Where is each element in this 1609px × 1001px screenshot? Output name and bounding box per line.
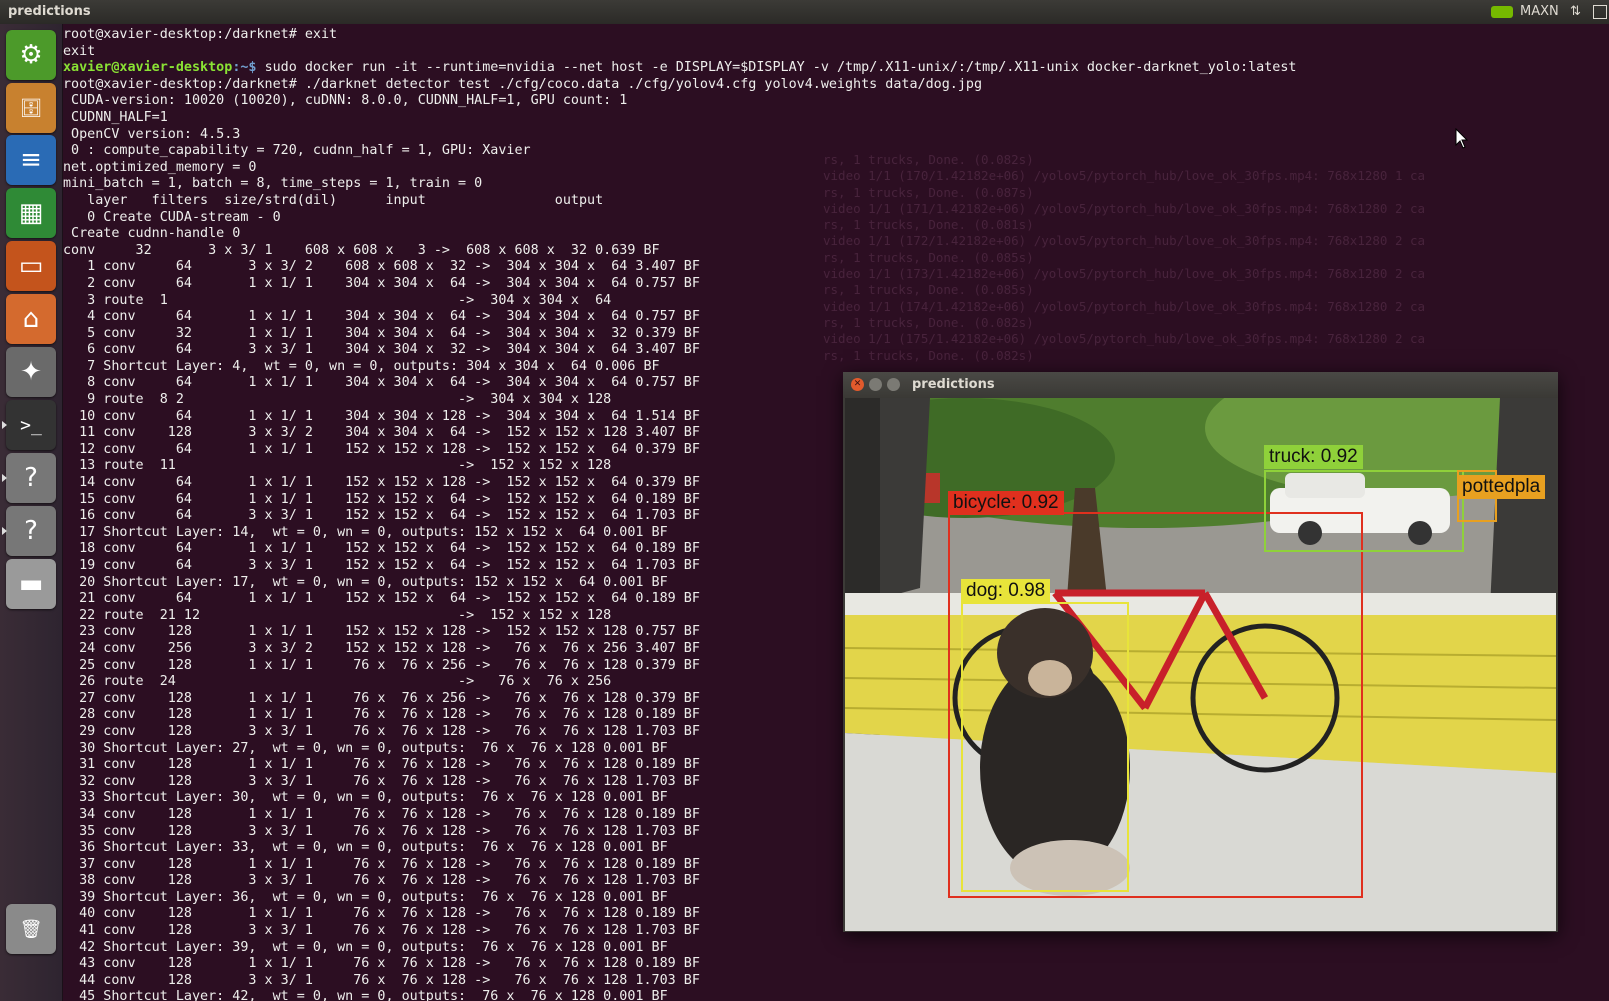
document-icon[interactable]: ≡	[6, 135, 56, 185]
terminal-line: 20 Shortcut Layer: 17, wt = 0, wn = 0, o…	[63, 574, 668, 590]
predictions-window[interactable]: ✕ predictions bicycle: 0.92 dog: 0.98 tr…	[843, 372, 1558, 932]
terminal-line: 28 conv 128 1 x 1/ 1 76 x 76 x 128 -> 76…	[63, 707, 700, 723]
drive-icon[interactable]: ▬	[6, 559, 56, 609]
terminal-line: 30 Shortcut Layer: 27, wt = 0, wn = 0, o…	[63, 740, 668, 756]
terminal-line: 17 Shortcut Layer: 14, wt = 0, wn = 0, o…	[63, 524, 668, 540]
terminal-line: 5 conv 32 1 x 1/ 1 304 x 304 x 64 -> 304…	[63, 325, 700, 341]
wrench-gear-icon[interactable]: ✦	[6, 347, 56, 397]
detection-label-bicycle: bicycle: 0.92	[948, 491, 1064, 515]
detection-box-dog	[961, 602, 1129, 892]
terminal-line: 19 conv 64 3 x 3/ 1 152 x 152 x 64 -> 15…	[63, 558, 700, 573]
terminal-line: CUDA-version: 10020 (10020), cuDNN: 8.0.…	[63, 93, 628, 109]
terminal-line: Create cudnn-handle 0	[63, 226, 241, 242]
prompt-user: xavier@xavier-desktop	[63, 60, 233, 76]
running-indicator-icon	[2, 474, 7, 482]
terminal-line: 38 conv 128 3 x 3/ 1 76 x 76 x 128 -> 76…	[63, 873, 700, 889]
terminal-line: 6 conv 64 3 x 3/ 1 304 x 304 x 32 -> 304…	[63, 342, 700, 358]
top-panel: predictions MAXN ⇅	[0, 0, 1609, 24]
terminal-line: 3 route 1 -> 304 x 304 x 64	[63, 292, 612, 308]
unity-launcher: ⚙ 🗄 ≡ ▦ ▭ ⌂ ✦ >_?? ▬ 🗑	[0, 24, 63, 1001]
terminal-line: conv 32 3 x 3/ 1 608 x 608 x 3 -> 608 x …	[63, 242, 660, 258]
terminal-line: 18 conv 64 1 x 1/ 1 152 x 152 x 64 -> 15…	[63, 541, 700, 557]
terminal-line: 11 conv 128 3 x 3/ 2 304 x 304 x 64 -> 1…	[63, 425, 700, 441]
terminal-icon[interactable]: >_	[6, 400, 56, 450]
close-icon[interactable]: ✕	[851, 378, 864, 391]
terminal-line: 35 conv 128 3 x 3/ 1 76 x 76 x 128 -> 76…	[63, 823, 700, 839]
terminal-line: 31 conv 128 1 x 1/ 1 76 x 76 x 128 -> 76…	[63, 757, 700, 773]
window-title: predictions	[912, 377, 995, 392]
terminal-line: 37 conv 128 1 x 1/ 1 76 x 76 x 128 -> 76…	[63, 856, 700, 872]
terminal-line: 39 Shortcut Layer: 36, wt = 0, wn = 0, o…	[63, 889, 668, 905]
terminal-line: 42 Shortcut Layer: 39, wt = 0, wn = 0, o…	[63, 939, 668, 955]
running-indicator-icon	[2, 421, 7, 429]
minimize-icon[interactable]	[869, 378, 882, 391]
terminal-line: exit	[63, 43, 96, 59]
question-mark-icon[interactable]: ?	[6, 506, 56, 556]
terminal-line: mini_batch = 1, batch = 8, time_steps = …	[63, 176, 483, 192]
terminal-line: 32 conv 128 3 x 3/ 1 76 x 76 x 128 -> 76…	[63, 773, 700, 789]
terminal-line: 7 Shortcut Layer: 4, wt = 0, wn = 0, out…	[63, 358, 660, 374]
terminal-line: 8 conv 64 1 x 1/ 1 304 x 304 x 64 -> 304…	[63, 375, 700, 391]
terminal-line: 36 Shortcut Layer: 33, wt = 0, wn = 0, o…	[63, 840, 668, 856]
terminal-line: 9 route 8 2 -> 304 x 304 x 128	[63, 392, 612, 408]
detection-box-truck	[1264, 470, 1464, 552]
terminal-line: 14 conv 64 1 x 1/ 1 152 x 152 x 128 -> 1…	[63, 475, 700, 491]
terminal-line: 13 route 11 -> 152 x 152 x 128	[63, 458, 612, 474]
trash-icon[interactable]: 🗑	[6, 904, 56, 954]
terminal-line: 43 conv 128 1 x 1/ 1 76 x 76 x 128 -> 76…	[63, 956, 700, 972]
window-titlebar[interactable]: ✕ predictions	[843, 372, 1558, 398]
detection-image: bicycle: 0.92 dog: 0.98 truck: 0.92 pottedp…	[845, 398, 1556, 931]
running-indicator-icon	[2, 527, 7, 535]
terminal-line: root@xavier-desktop:/darknet# exit	[63, 27, 338, 42]
terminal-line: 2 conv 64 1 x 1/ 1 304 x 304 x 64 -> 304…	[63, 275, 700, 291]
presentation-icon[interactable]: ▭	[6, 241, 56, 291]
keyboard-indicator-icon[interactable]	[1593, 5, 1607, 19]
terminal-line: 4 conv 64 1 x 1/ 1 304 x 304 x 64 -> 304…	[63, 309, 700, 325]
terminal-line: 22 route 21 12 -> 152 x 152 x 128	[63, 607, 612, 623]
detection-label-dog: dog: 0.98	[961, 579, 1051, 603]
nvidia-logo-icon[interactable]	[1491, 6, 1513, 18]
maximize-icon[interactable]	[887, 378, 900, 391]
question-mark-icon[interactable]: ?	[6, 453, 56, 503]
terminal-line: 29 conv 128 3 x 3/ 1 76 x 76 x 128 -> 76…	[63, 723, 700, 739]
terminal-line: net.optimized_memory = 0	[63, 159, 257, 175]
shopping-bag-icon[interactable]: ⌂	[6, 294, 56, 344]
terminal-line: 21 conv 64 1 x 1/ 1 152 x 152 x 64 -> 15…	[63, 591, 700, 607]
detection-label-pottedplant: pottedpla	[1457, 475, 1546, 499]
terminal-line: 0 : compute_capability = 720, cudnn_half…	[63, 143, 531, 159]
terminal-line: 24 conv 256 3 x 3/ 2 152 x 152 x 128 -> …	[63, 640, 700, 656]
terminal-line: 44 conv 128 3 x 3/ 1 76 x 76 x 128 -> 76…	[63, 972, 700, 988]
power-mode-indicator[interactable]: MAXN	[1520, 4, 1559, 19]
terminal-line: 0 Create CUDA-stream - 0	[63, 209, 281, 225]
terminal-line: 45 Shortcut Layer: 42, wt = 0, wn = 0, o…	[63, 989, 668, 1001]
terminal-line: CUDNN_HALF=1	[63, 109, 168, 125]
terminal-line: OpenCV version: 4.5.3	[63, 126, 241, 142]
file-cabinet-icon[interactable]: 🗄	[6, 83, 56, 133]
ubuntu-logo-icon[interactable]: ⚙	[6, 30, 56, 80]
active-window-title: predictions	[8, 4, 91, 19]
terminal-line: 40 conv 128 1 x 1/ 1 76 x 76 x 128 -> 76…	[63, 906, 700, 922]
terminal-line: 1 conv 64 3 x 3/ 2 608 x 608 x 32 -> 304…	[63, 259, 700, 275]
updown-arrows-icon[interactable]: ⇅	[1570, 4, 1581, 19]
terminal-line: 33 Shortcut Layer: 30, wt = 0, wn = 0, o…	[63, 790, 668, 806]
terminal-line: 26 route 24 -> 76 x 76 x 256	[63, 674, 612, 690]
spreadsheet-icon[interactable]: ▦	[6, 188, 56, 238]
terminal-line: 10 conv 64 1 x 1/ 1 304 x 304 x 128 -> 3…	[63, 408, 700, 424]
terminal-line: 16 conv 64 3 x 3/ 1 152 x 152 x 64 -> 15…	[63, 508, 700, 524]
terminal-line: layer filters size/strd(dil) input outpu…	[63, 192, 604, 208]
terminal-line: 27 conv 128 1 x 1/ 1 76 x 76 x 256 -> 76…	[63, 690, 700, 706]
mouse-pointer-icon	[1455, 127, 1469, 154]
terminal-line: 25 conv 128 1 x 1/ 1 76 x 76 x 256 -> 76…	[63, 657, 700, 673]
terminal-line: 23 conv 128 1 x 1/ 1 152 x 152 x 128 -> …	[63, 624, 700, 640]
detection-label-truck: truck: 0.92	[1264, 445, 1363, 469]
terminal-line: 12 conv 64 1 x 1/ 1 152 x 152 x 128 -> 1…	[63, 441, 700, 457]
terminal-line: 34 conv 128 1 x 1/ 1 76 x 76 x 128 -> 76…	[63, 806, 700, 822]
terminal-line: 15 conv 64 1 x 1/ 1 152 x 152 x 64 -> 15…	[63, 491, 700, 507]
terminal-line: 41 conv 128 3 x 3/ 1 76 x 76 x 128 -> 76…	[63, 923, 700, 939]
terminal-line: root@xavier-desktop:/darknet# ./darknet …	[63, 76, 983, 92]
prompt-path: :~$	[232, 60, 265, 76]
docker-command: sudo docker run -it --runtime=nvidia --n…	[264, 60, 1297, 76]
